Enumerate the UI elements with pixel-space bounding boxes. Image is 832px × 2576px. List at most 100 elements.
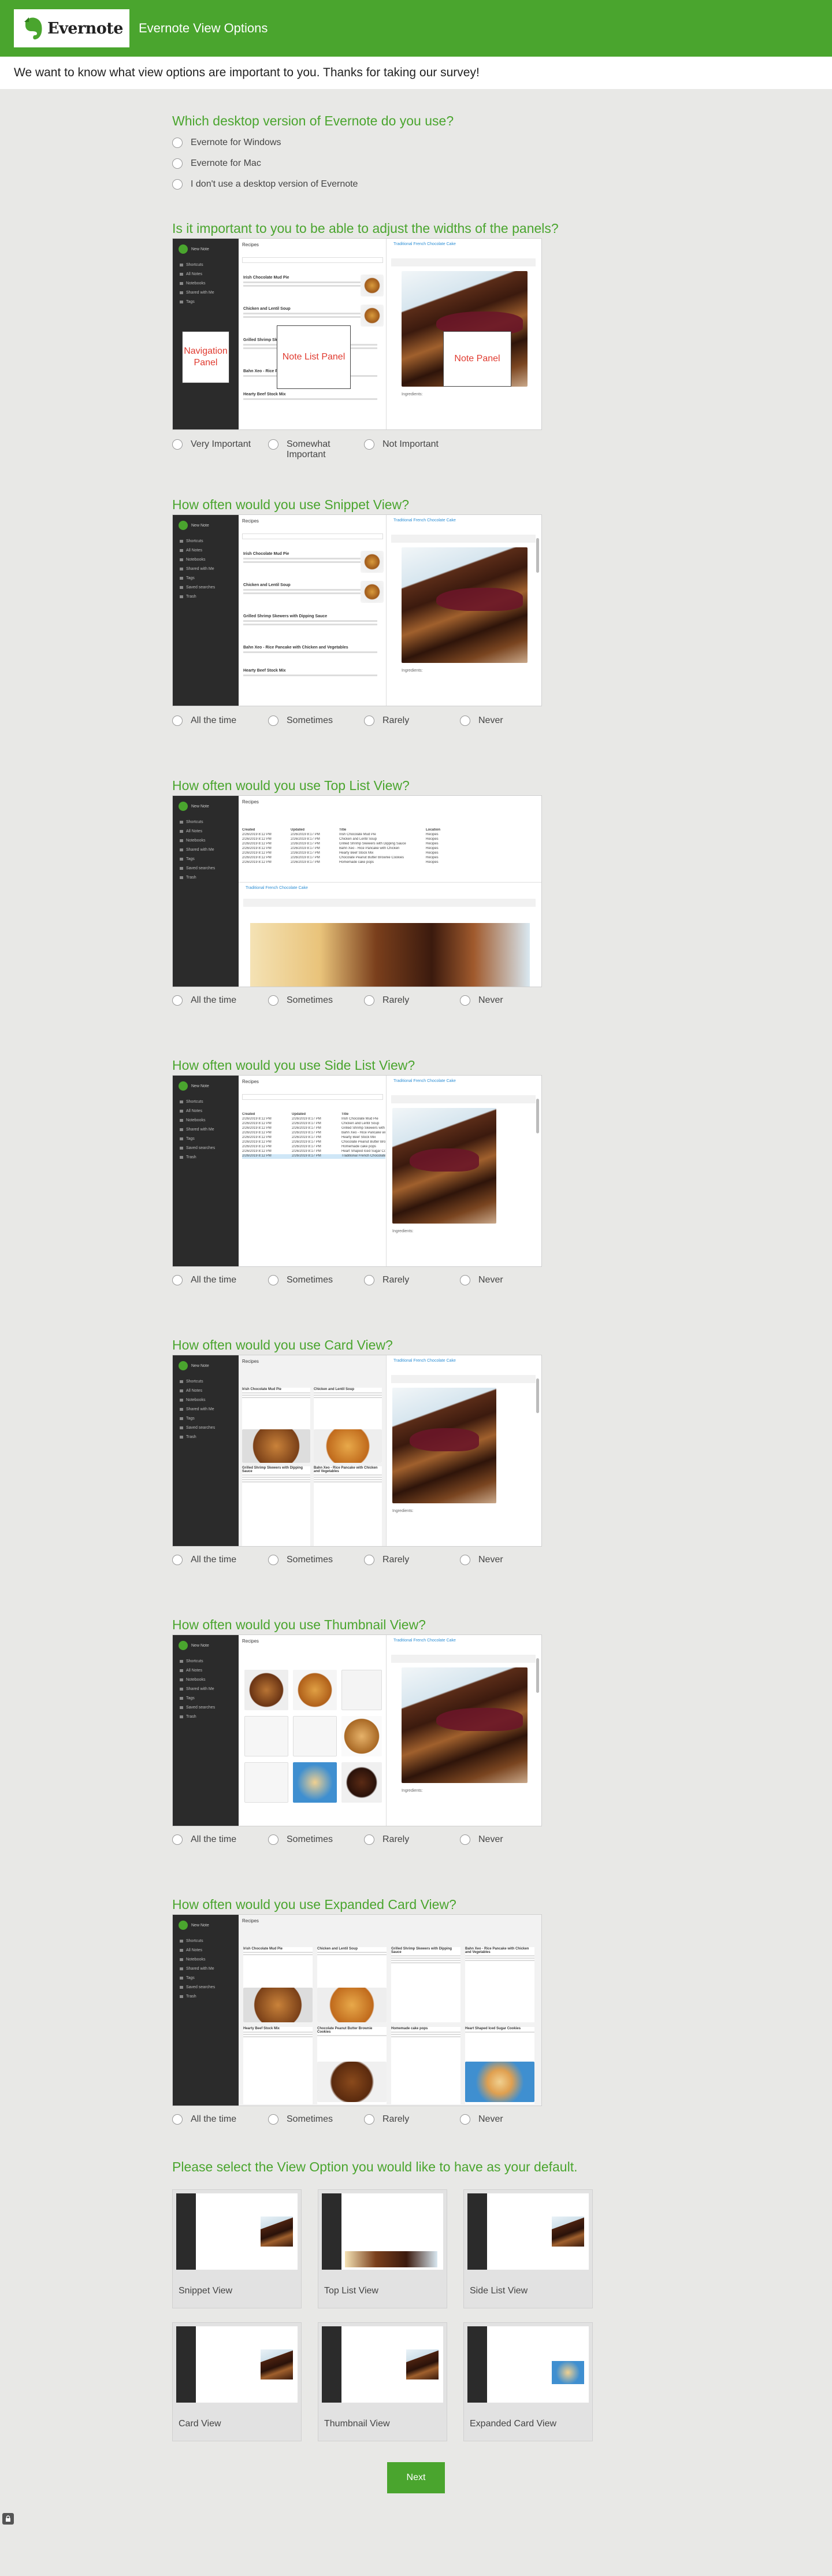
top-list-view-screenshot: New Note Shortcuts All Notes Notebooks S…: [172, 795, 542, 987]
new-note-icon: [179, 521, 188, 530]
q8-option-rarely[interactable]: Rarely: [364, 2114, 409, 2125]
radio-button[interactable]: [268, 439, 278, 450]
q7-option-rarely[interactable]: Rarely: [364, 1834, 409, 1845]
q9-title: Please select the View Option you would …: [172, 2159, 578, 2174]
q7-option-all[interactable]: All the time: [172, 1834, 236, 1845]
q4-option-all[interactable]: All the time: [172, 995, 236, 1006]
q5-option-never[interactable]: Never: [460, 1275, 503, 1285]
radio-button[interactable]: [364, 1275, 374, 1285]
q5-option-sometimes[interactable]: Sometimes: [268, 1275, 333, 1285]
tile-expanded-card-view[interactable]: Expanded Card View: [463, 2322, 593, 2441]
q5-title: How often would you use Side List View?: [172, 1058, 415, 1073]
q6-title: How often would you use Card View?: [172, 1337, 393, 1352]
survey-title: Evernote View Options: [139, 21, 268, 35]
q1-option-mac[interactable]: Evernote for Mac: [172, 158, 261, 169]
radio-button[interactable]: [172, 158, 183, 169]
logo-wordmark: Evernote: [47, 19, 123, 38]
new-note-icon: [179, 244, 188, 254]
q6-option-rarely[interactable]: Rarely: [364, 1555, 409, 1565]
q3-title: How often would you use Snippet View?: [172, 497, 410, 512]
q8-title: How often would you use Expanded Card Vi…: [172, 1897, 456, 1912]
note-list-panel-label: Note List Panel: [277, 325, 351, 389]
radio-button[interactable]: [172, 1834, 183, 1845]
radio-button[interactable]: [172, 439, 183, 450]
radio-button[interactable]: [460, 1555, 470, 1565]
evernote-logo: Evernote: [14, 9, 129, 47]
radio-button[interactable]: [364, 995, 374, 1006]
q6-option-sometimes[interactable]: Sometimes: [268, 1555, 333, 1565]
radio-button[interactable]: [172, 1555, 183, 1565]
q3-option-sometimes[interactable]: Sometimes: [268, 716, 333, 726]
q4-option-sometimes[interactable]: Sometimes: [268, 995, 333, 1006]
radio-button[interactable]: [364, 2114, 374, 2125]
radio-button[interactable]: [364, 716, 374, 726]
q5-option-rarely[interactable]: Rarely: [364, 1275, 409, 1285]
q1-title: Which desktop version of Evernote do you…: [172, 113, 454, 128]
tile-side-list-view[interactable]: Side List View: [463, 2189, 593, 2308]
radio-button[interactable]: [364, 1555, 374, 1565]
food-thumbnail-icon: [361, 581, 384, 603]
q7-option-sometimes[interactable]: Sometimes: [268, 1834, 333, 1845]
q1-option-windows[interactable]: Evernote for Windows: [172, 138, 281, 148]
radio-button[interactable]: [172, 2114, 183, 2125]
radio-button[interactable]: [460, 1834, 470, 1845]
chocolate-cake-image: [392, 1388, 496, 1503]
chocolate-cake-image: [402, 547, 528, 663]
next-button[interactable]: Next: [387, 2462, 445, 2493]
note-panel-label: Note Panel: [443, 331, 511, 387]
radio-button[interactable]: [364, 439, 374, 450]
radio-button[interactable]: [172, 995, 183, 1006]
q7-option-never[interactable]: Never: [460, 1834, 503, 1845]
q2-option-very[interactable]: Very Important: [172, 439, 251, 450]
radio-button[interactable]: [268, 1275, 278, 1285]
q6-option-all[interactable]: All the time: [172, 1555, 236, 1565]
q3-option-all[interactable]: All the time: [172, 716, 236, 726]
q8-option-never[interactable]: Never: [460, 2114, 503, 2125]
radio-button[interactable]: [172, 1275, 183, 1285]
q4-title: How often would you use Top List View?: [172, 778, 410, 793]
q3-option-never[interactable]: Never: [460, 716, 503, 726]
new-note-icon: [179, 1361, 188, 1370]
radio-button[interactable]: [460, 716, 470, 726]
q8-option-all[interactable]: All the time: [172, 2114, 236, 2125]
expanded-card-view-screenshot: New Note Shortcuts All Notes Notebooks S…: [172, 1914, 542, 2106]
q2-option-somewhat[interactable]: Somewhat Important: [268, 439, 332, 460]
q4-option-never[interactable]: Never: [460, 995, 503, 1006]
chocolate-cake-image: [392, 1108, 496, 1224]
lock-icon: [2, 2513, 14, 2525]
q3-option-rarely[interactable]: Rarely: [364, 716, 409, 726]
radio-button[interactable]: [364, 1834, 374, 1845]
q2-option-not[interactable]: Not Important: [364, 439, 439, 450]
q2-title: Is it important to you to be able to adj…: [172, 221, 559, 236]
top-banner: Evernote Evernote View Options: [0, 0, 832, 57]
q8-option-sometimes[interactable]: Sometimes: [268, 2114, 333, 2125]
radio-button[interactable]: [268, 995, 278, 1006]
q1-option-none[interactable]: I don't use a desktop version of Evernot…: [172, 179, 358, 190]
elephant-logo-icon: [24, 17, 42, 40]
tile-thumbnail-view[interactable]: Thumbnail View: [318, 2322, 447, 2441]
q6-option-never[interactable]: Never: [460, 1555, 503, 1565]
radio-button[interactable]: [172, 179, 183, 190]
radio-button[interactable]: [460, 1275, 470, 1285]
radio-button[interactable]: [460, 995, 470, 1006]
intro-text: We want to know what view options are im…: [0, 57, 832, 89]
tile-card-view[interactable]: Card View: [172, 2322, 302, 2441]
radio-button[interactable]: [268, 1834, 278, 1845]
q5-option-all[interactable]: All the time: [172, 1275, 236, 1285]
chocolate-cake-image: [402, 1667, 528, 1783]
radio-button[interactable]: [172, 138, 183, 148]
tile-top-list-view[interactable]: Top List View: [318, 2189, 447, 2308]
navigation-panel-label: Navigation Panel: [182, 331, 229, 383]
radio-button[interactable]: [460, 2114, 470, 2125]
q4-option-rarely[interactable]: Rarely: [364, 995, 409, 1006]
side-list-view-screenshot: New Note Shortcuts All Notes Notebooks S…: [172, 1075, 542, 1267]
snippet-view-screenshot: New Note Shortcuts All Notes Notebooks S…: [172, 514, 542, 706]
tile-snippet-view[interactable]: Snippet View: [172, 2189, 302, 2308]
new-note-icon: [179, 1641, 188, 1650]
radio-button[interactable]: [268, 1555, 278, 1565]
radio-button[interactable]: [268, 716, 278, 726]
radio-button[interactable]: [268, 2114, 278, 2125]
food-thumbnail-icon: [361, 551, 384, 573]
new-note-icon: [179, 1081, 188, 1091]
radio-button[interactable]: [172, 716, 183, 726]
